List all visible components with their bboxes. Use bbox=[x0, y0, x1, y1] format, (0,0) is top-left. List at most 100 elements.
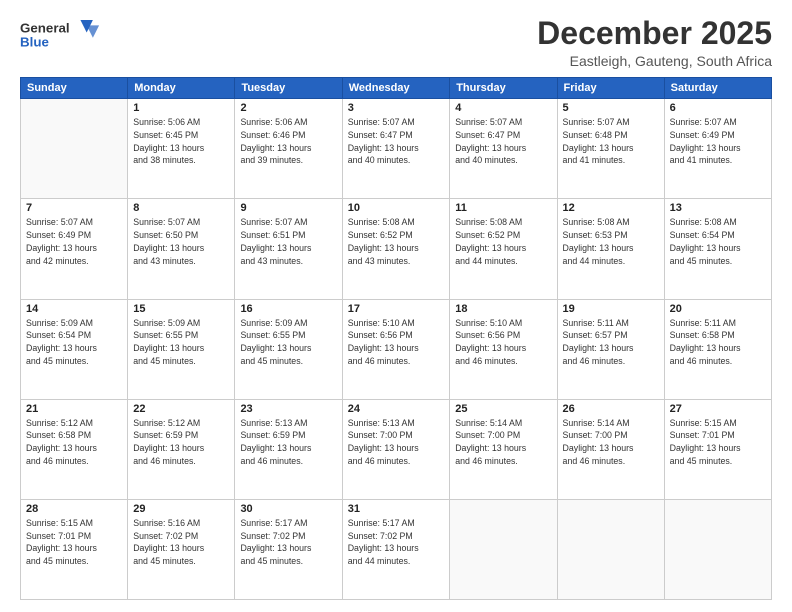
day-header-wednesday: Wednesday bbox=[342, 78, 450, 99]
calendar-week-5: 28 Sunrise: 5:15 AM Sunset: 7:01 PM Dayli… bbox=[21, 499, 772, 599]
day-number: 25 bbox=[455, 403, 551, 415]
day-number: 21 bbox=[26, 403, 122, 415]
day-number: 11 bbox=[455, 202, 551, 214]
day-number: 6 bbox=[670, 102, 766, 114]
day-detail: Sunrise: 5:09 AM Sunset: 6:55 PM Dayligh… bbox=[133, 317, 229, 368]
calendar-cell: 30Sunrise: 5:17 AM Sunset: 7:02 PM Dayli… bbox=[235, 499, 342, 599]
day-detail: Sunrise: 5:08 AM Sunset: 6:53 PM Dayligh… bbox=[563, 216, 659, 267]
day-number: 27 bbox=[670, 403, 766, 415]
day-header-saturday: Saturday bbox=[664, 78, 771, 99]
calendar-cell: 8Sunrise: 5:07 AM Sunset: 6:50 PM Daylig… bbox=[128, 199, 235, 299]
day-detail: Sunrise: 5:15 AM Sunset: 7:01 PM Dayligh… bbox=[26, 517, 122, 568]
day-detail: Sunrise: 5:07 AM Sunset: 6:49 PM Dayligh… bbox=[670, 116, 766, 167]
calendar-header-row: SundayMondayTuesdayWednesdayThursdayFrid… bbox=[21, 78, 772, 99]
day-number: 1 bbox=[133, 102, 229, 114]
day-detail: Sunrise: 5:08 AM Sunset: 6:52 PM Dayligh… bbox=[348, 216, 445, 267]
calendar-cell: 5 Sunrise: 5:07 AM Sunset: 6:48 PM Daylig… bbox=[557, 99, 664, 199]
calendar-cell: 1 Sunrise: 5:06 AM Sunset: 6:45 PM Daylig… bbox=[128, 99, 235, 199]
day-number: 4 bbox=[455, 102, 551, 114]
calendar-cell: 14 Sunrise: 5:09 AM Sunset: 6:54 PM Dayli… bbox=[21, 299, 128, 399]
calendar-cell: 24 Sunrise: 5:13 AM Sunset: 7:00 PM Dayli… bbox=[342, 399, 450, 499]
calendar-cell: 27 Sunrise: 5:15 AM Sunset: 7:01 PM Dayli… bbox=[664, 399, 771, 499]
calendar-cell bbox=[21, 99, 128, 199]
calendar-cell: 26Sunrise: 5:14 AM Sunset: 7:00 PM Dayli… bbox=[557, 399, 664, 499]
location-subtitle: Eastleigh, Gauteng, South Africa bbox=[537, 53, 772, 69]
day-detail: Sunrise: 5:14 AM Sunset: 7:00 PM Dayligh… bbox=[455, 417, 551, 468]
calendar-week-4: 21 Sunrise: 5:12 AM Sunset: 6:58 PM Dayli… bbox=[21, 399, 772, 499]
calendar-cell: 29Sunrise: 5:16 AM Sunset: 7:02 PM Dayli… bbox=[128, 499, 235, 599]
day-detail: Sunrise: 5:12 AM Sunset: 6:58 PM Dayligh… bbox=[26, 417, 122, 468]
day-number: 3 bbox=[348, 102, 445, 114]
calendar-cell: 13 Sunrise: 5:08 AM Sunset: 6:54 PM Dayli… bbox=[664, 199, 771, 299]
day-number: 7 bbox=[26, 202, 122, 214]
day-detail: Sunrise: 5:15 AM Sunset: 7:01 PM Dayligh… bbox=[670, 417, 766, 468]
calendar-cell: 11 Sunrise: 5:08 AM Sunset: 6:52 PM Dayli… bbox=[450, 199, 557, 299]
day-detail: Sunrise: 5:11 AM Sunset: 6:57 PM Dayligh… bbox=[563, 317, 659, 368]
day-number: 28 bbox=[26, 503, 122, 515]
calendar-cell bbox=[664, 499, 771, 599]
day-number: 2 bbox=[240, 102, 336, 114]
logo: General Blue bbox=[20, 16, 100, 56]
calendar-cell bbox=[557, 499, 664, 599]
day-number: 9 bbox=[240, 202, 336, 214]
day-number: 23 bbox=[240, 403, 336, 415]
calendar-cell: 3 Sunrise: 5:07 AM Sunset: 6:47 PM Daylig… bbox=[342, 99, 450, 199]
day-detail: Sunrise: 5:07 AM Sunset: 6:47 PM Dayligh… bbox=[455, 116, 551, 167]
calendar-cell: 25 Sunrise: 5:14 AM Sunset: 7:00 PM Dayli… bbox=[450, 399, 557, 499]
day-detail: Sunrise: 5:07 AM Sunset: 6:51 PM Dayligh… bbox=[240, 216, 336, 267]
day-detail: Sunrise: 5:12 AM Sunset: 6:59 PM Dayligh… bbox=[133, 417, 229, 468]
calendar-cell: 10 Sunrise: 5:08 AM Sunset: 6:52 PM Dayli… bbox=[342, 199, 450, 299]
day-number: 18 bbox=[455, 303, 551, 315]
calendar-cell: 4 Sunrise: 5:07 AM Sunset: 6:47 PM Daylig… bbox=[450, 99, 557, 199]
day-detail: Sunrise: 5:08 AM Sunset: 6:54 PM Dayligh… bbox=[670, 216, 766, 267]
day-number: 13 bbox=[670, 202, 766, 214]
calendar-cell: 23 Sunrise: 5:13 AM Sunset: 6:59 PM Dayli… bbox=[235, 399, 342, 499]
day-detail: Sunrise: 5:11 AM Sunset: 6:58 PM Dayligh… bbox=[670, 317, 766, 368]
day-header-thursday: Thursday bbox=[450, 78, 557, 99]
day-detail: Sunrise: 5:09 AM Sunset: 6:55 PM Dayligh… bbox=[240, 317, 336, 368]
calendar-week-2: 7Sunrise: 5:07 AM Sunset: 6:49 PM Daylig… bbox=[21, 199, 772, 299]
day-number: 20 bbox=[670, 303, 766, 315]
day-header-monday: Monday bbox=[128, 78, 235, 99]
day-detail: Sunrise: 5:07 AM Sunset: 6:50 PM Dayligh… bbox=[133, 216, 229, 267]
calendar-cell: 15 Sunrise: 5:09 AM Sunset: 6:55 PM Dayli… bbox=[128, 299, 235, 399]
header: General Blue December 2025 Eastleigh, Ga… bbox=[20, 16, 772, 69]
day-detail: Sunrise: 5:07 AM Sunset: 6:47 PM Dayligh… bbox=[348, 116, 445, 167]
calendar-cell: 2 Sunrise: 5:06 AM Sunset: 6:46 PM Daylig… bbox=[235, 99, 342, 199]
calendar-cell: 12Sunrise: 5:08 AM Sunset: 6:53 PM Dayli… bbox=[557, 199, 664, 299]
calendar-cell: 28 Sunrise: 5:15 AM Sunset: 7:01 PM Dayli… bbox=[21, 499, 128, 599]
day-number: 10 bbox=[348, 202, 445, 214]
calendar-cell: 31 Sunrise: 5:17 AM Sunset: 7:02 PM Dayli… bbox=[342, 499, 450, 599]
day-detail: Sunrise: 5:13 AM Sunset: 6:59 PM Dayligh… bbox=[240, 417, 336, 468]
calendar-cell: 16Sunrise: 5:09 AM Sunset: 6:55 PM Dayli… bbox=[235, 299, 342, 399]
month-title: December 2025 bbox=[537, 16, 772, 51]
day-detail: Sunrise: 5:08 AM Sunset: 6:52 PM Dayligh… bbox=[455, 216, 551, 267]
calendar-table: SundayMondayTuesdayWednesdayThursdayFrid… bbox=[20, 77, 772, 600]
day-number: 14 bbox=[26, 303, 122, 315]
day-detail: Sunrise: 5:09 AM Sunset: 6:54 PM Dayligh… bbox=[26, 317, 122, 368]
calendar-cell: 22 Sunrise: 5:12 AM Sunset: 6:59 PM Dayli… bbox=[128, 399, 235, 499]
day-header-friday: Friday bbox=[557, 78, 664, 99]
day-detail: Sunrise: 5:06 AM Sunset: 6:45 PM Dayligh… bbox=[133, 116, 229, 167]
calendar-cell: 18Sunrise: 5:10 AM Sunset: 6:56 PM Dayli… bbox=[450, 299, 557, 399]
day-detail: Sunrise: 5:10 AM Sunset: 6:56 PM Dayligh… bbox=[348, 317, 445, 368]
day-detail: Sunrise: 5:07 AM Sunset: 6:48 PM Dayligh… bbox=[563, 116, 659, 167]
day-detail: Sunrise: 5:13 AM Sunset: 7:00 PM Dayligh… bbox=[348, 417, 445, 468]
day-number: 5 bbox=[563, 102, 659, 114]
calendar-cell: 6 Sunrise: 5:07 AM Sunset: 6:49 PM Daylig… bbox=[664, 99, 771, 199]
day-detail: Sunrise: 5:17 AM Sunset: 7:02 PM Dayligh… bbox=[348, 517, 445, 568]
day-detail: Sunrise: 5:16 AM Sunset: 7:02 PM Dayligh… bbox=[133, 517, 229, 568]
day-number: 15 bbox=[133, 303, 229, 315]
calendar-cell: 9 Sunrise: 5:07 AM Sunset: 6:51 PM Daylig… bbox=[235, 199, 342, 299]
calendar-cell: 7Sunrise: 5:07 AM Sunset: 6:49 PM Daylig… bbox=[21, 199, 128, 299]
day-number: 17 bbox=[348, 303, 445, 315]
calendar-cell bbox=[450, 499, 557, 599]
day-detail: Sunrise: 5:14 AM Sunset: 7:00 PM Dayligh… bbox=[563, 417, 659, 468]
day-detail: Sunrise: 5:17 AM Sunset: 7:02 PM Dayligh… bbox=[240, 517, 336, 568]
day-number: 31 bbox=[348, 503, 445, 515]
day-number: 22 bbox=[133, 403, 229, 415]
day-number: 24 bbox=[348, 403, 445, 415]
day-detail: Sunrise: 5:06 AM Sunset: 6:46 PM Dayligh… bbox=[240, 116, 336, 167]
logo-svg: General Blue bbox=[20, 16, 100, 56]
day-number: 19 bbox=[563, 303, 659, 315]
